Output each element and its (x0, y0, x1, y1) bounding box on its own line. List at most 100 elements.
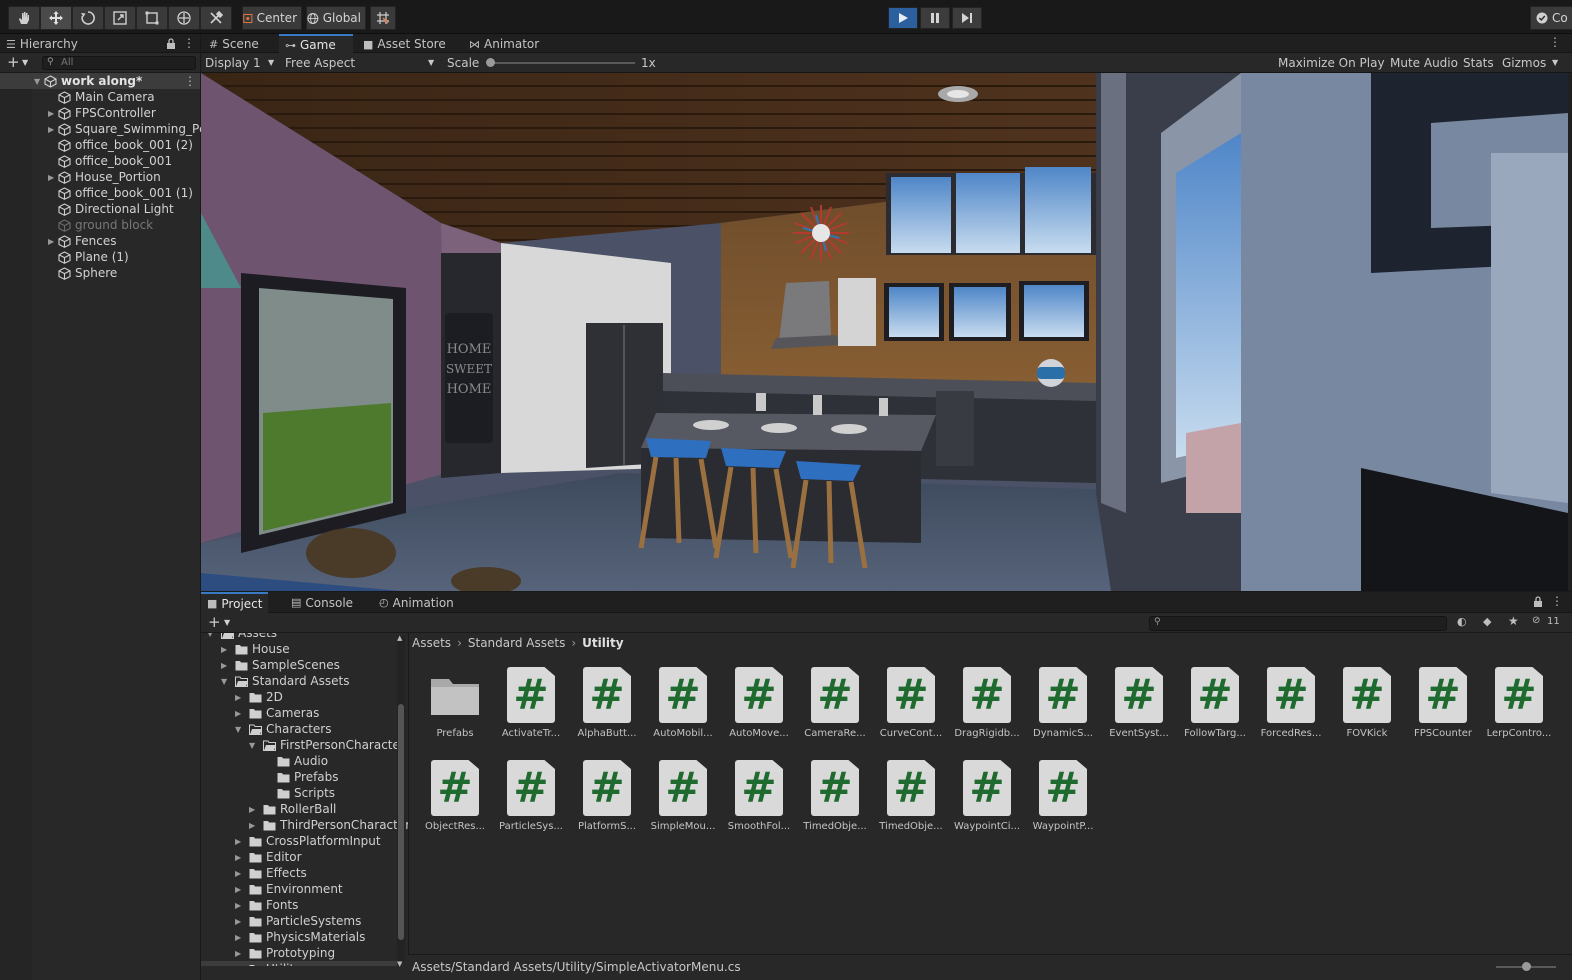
stats-toggle[interactable]: Stats (1463, 53, 1494, 73)
asset-script[interactable]: # PlatformS... (572, 760, 642, 850)
gizmos-toggle[interactable]: Gizmos (1502, 53, 1546, 73)
folder-tree-item[interactable]: ▼ Characters (235, 721, 332, 737)
expand-arrow-icon[interactable]: ▶ (235, 693, 249, 702)
hierarchy-item[interactable]: Directional Light (0, 201, 174, 217)
folder-tree-item[interactable]: Audio (263, 753, 328, 769)
asset-script[interactable]: # FollowTarg... (1180, 667, 1250, 757)
display-dropdown[interactable]: Display 1 (205, 53, 261, 73)
hierarchy-item[interactable]: ▶ Square_Swimming_Pc (0, 121, 206, 137)
asset-folder[interactable]: Prefabs (420, 667, 490, 757)
mute-audio-toggle[interactable]: Mute Audio (1390, 53, 1458, 73)
folder-tree-item[interactable]: ▼ Assets (207, 633, 277, 641)
folder-tree-item[interactable]: ▶ Cameras (235, 705, 319, 721)
folder-tree-item[interactable]: ▶ 2D (235, 689, 283, 705)
pivot-global-button[interactable]: Global (306, 6, 366, 30)
folder-tree-item[interactable]: ▶ ThirdPersonCharacter (249, 817, 409, 833)
move-tool-button[interactable] (40, 6, 72, 30)
asset-script[interactable]: # TimedObje... (800, 760, 870, 850)
folder-tree-item[interactable]: ▶ Editor (235, 849, 302, 865)
hierarchy-item[interactable]: office_book_001 (1) (0, 185, 193, 201)
folder-tree-item[interactable]: ▶ Prototyping (235, 945, 335, 961)
asset-script[interactable]: # DynamicS... (1028, 667, 1098, 757)
asset-script[interactable]: # DragRigidb... (952, 667, 1022, 757)
tab-hierarchy[interactable]: ☰ Hierarchy (0, 34, 84, 54)
asset-script[interactable]: # ParticleSys... (496, 760, 566, 850)
pivot-center-button[interactable]: Center (242, 6, 302, 30)
asset-script[interactable]: # ActivateTr... (496, 667, 566, 757)
asset-script[interactable]: # CameraRe... (800, 667, 870, 757)
folder-tree-item[interactable]: ▼ FirstPersonCharacter (249, 737, 405, 753)
hierarchy-item[interactable]: office_book_001 (2) (0, 137, 193, 153)
expand-arrow-icon[interactable]: ▶ (235, 837, 249, 846)
project-menu-icon[interactable]: ⋮ (1551, 594, 1563, 608)
asset-script[interactable]: # ObjectRes... (420, 760, 490, 850)
custom-tools-button[interactable] (200, 6, 232, 30)
tab-asset-store[interactable]: ■ Asset Store (357, 34, 452, 54)
folder-tree-item[interactable]: ▶ SampleScenes (221, 657, 340, 673)
asset-script[interactable]: # FOVKick (1332, 667, 1402, 757)
hierarchy-item[interactable]: Sphere (0, 265, 117, 281)
expand-arrow-icon[interactable]: ▶ (249, 821, 263, 830)
hierarchy-search-input[interactable]: ⚲ All (42, 56, 196, 70)
scene-row[interactable]: ▼ work along* ⋮ (0, 73, 200, 89)
hierarchy-item[interactable]: ▶ Fences (0, 233, 116, 249)
expand-arrow-icon[interactable]: ▶ (221, 661, 235, 670)
expand-arrow-icon[interactable]: ▼ (221, 677, 235, 686)
rect-tool-button[interactable] (136, 6, 168, 30)
hidden-packages-eye-icon[interactable]: ⊘ (1532, 615, 1540, 626)
aspect-dropdown[interactable]: Free Aspect (285, 53, 355, 73)
search-by-type-icon[interactable]: ◐ (1457, 615, 1467, 628)
folder-tree-item[interactable]: ▶ Fonts (235, 897, 298, 913)
breadcrumb-utility[interactable]: Utility (582, 636, 623, 650)
asset-script[interactable]: # SmoothFol... (724, 760, 794, 850)
hierarchy-item[interactable]: Main Camera (0, 89, 155, 105)
scroll-up-icon[interactable]: ▲ (397, 634, 402, 642)
folder-tree-item[interactable]: ▶ Effects (235, 865, 307, 881)
hierarchy-item[interactable]: ▶ House_Portion (0, 169, 161, 185)
grid-snap-button[interactable] (370, 6, 396, 30)
asset-script[interactable]: # AutoMove... (724, 667, 794, 757)
pause-button[interactable] (920, 7, 950, 29)
expand-arrow-icon[interactable]: ▶ (235, 917, 249, 926)
game-viewport[interactable]: HOME SWEET HOME (201, 73, 1568, 591)
folder-tree-item[interactable]: Prefabs (263, 769, 339, 785)
asset-script[interactable]: # WaypointP... (1028, 760, 1098, 850)
tab-animation[interactable]: ◴ Animation (373, 592, 460, 613)
expand-arrow-icon[interactable]: ▼ (207, 633, 221, 638)
folder-tree-item[interactable]: ▶ ParticleSystems (235, 913, 361, 929)
asset-script[interactable]: # TimedObje... (876, 760, 946, 850)
expand-arrow-icon[interactable]: ▶ (235, 965, 249, 967)
tab-console[interactable]: ▤ Console (285, 592, 359, 613)
asset-script[interactable]: # LerpContro... (1484, 667, 1554, 757)
hierarchy-item[interactable]: ground block (0, 217, 153, 233)
tree-scrollbar[interactable]: ▲ ▼ (397, 634, 405, 968)
expand-arrow-icon[interactable]: ▶ (48, 125, 58, 134)
gizmos-dropdown-arrow-icon[interactable]: ▼ (1552, 53, 1558, 73)
asset-script[interactable]: # FPSCounter (1408, 667, 1478, 757)
breadcrumb-assets[interactable]: Assets (412, 636, 451, 650)
rotate-tool-button[interactable] (72, 6, 104, 30)
search-by-label-icon[interactable]: ◆ (1483, 615, 1491, 628)
hierarchy-menu-icon[interactable]: ⋮ (183, 36, 195, 50)
project-search-input[interactable]: ⚲ (1149, 616, 1447, 631)
game-panel-menu-icon[interactable]: ⋮ (1549, 35, 1561, 49)
asset-script[interactable]: # AlphaButt... (572, 667, 642, 757)
folder-tree-item[interactable]: ▶ Environment (235, 881, 343, 897)
hand-tool-button[interactable] (8, 6, 40, 30)
scale-slider-handle[interactable] (486, 58, 495, 67)
folder-tree-item[interactable]: ▶ CrossPlatformInput (235, 833, 381, 849)
expand-arrow-icon[interactable]: ▶ (235, 709, 249, 718)
expand-arrow-icon[interactable]: ▶ (235, 869, 249, 878)
hierarchy-item[interactable]: Plane (1) (0, 249, 129, 265)
expand-arrow-icon[interactable]: ▶ (249, 805, 263, 814)
asset-script[interactable]: # AutoMobil... (648, 667, 718, 757)
collab-button[interactable]: Co (1530, 6, 1572, 30)
expand-arrow-icon[interactable]: ▼ (249, 741, 263, 750)
asset-script[interactable]: # EventSyst... (1104, 667, 1174, 757)
scale-slider-track[interactable] (489, 62, 635, 64)
expand-arrow-icon[interactable]: ▶ (48, 109, 58, 118)
tree-scrollbar-thumb[interactable] (398, 704, 404, 940)
hierarchy-item[interactable]: office_book_001 (0, 153, 172, 169)
lock-icon[interactable] (166, 38, 176, 49)
asset-script[interactable]: # WaypointCi... (952, 760, 1022, 850)
